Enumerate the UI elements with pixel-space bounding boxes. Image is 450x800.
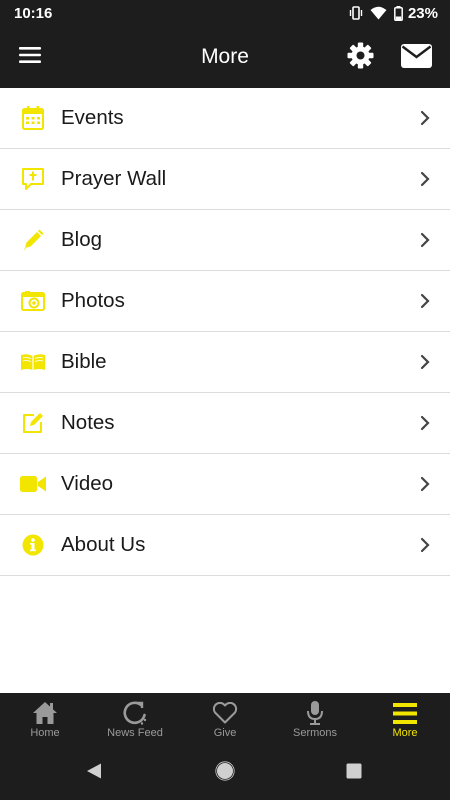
battery-icon xyxy=(394,5,403,21)
chevron-right-icon xyxy=(418,170,432,188)
book-icon xyxy=(20,349,46,375)
camera-icon xyxy=(20,288,46,314)
page-title: More xyxy=(201,45,249,68)
tab-label: Sermons xyxy=(292,727,338,739)
back-button[interactable] xyxy=(84,763,104,783)
chevron-right-icon xyxy=(418,231,432,249)
microphone-icon xyxy=(270,699,360,727)
menu-item-label: Bible xyxy=(61,350,107,373)
chevron-right-icon xyxy=(418,536,432,554)
menu-item-blog[interactable]: Blog xyxy=(0,210,450,271)
menu-item-video[interactable]: Video xyxy=(0,454,450,515)
menu-item-about-us[interactable]: About Us xyxy=(0,515,450,576)
chevron-right-icon xyxy=(418,292,432,310)
tab-label: Home xyxy=(30,727,60,739)
more-icon xyxy=(360,699,450,727)
tab-news-feed[interactable]: News Feed xyxy=(90,693,180,746)
more-menu-list: Events Prayer Wall Blog Photos Bible Not… xyxy=(0,88,450,576)
tab-label: More xyxy=(392,727,418,739)
system-nav-bar xyxy=(0,746,450,800)
tab-sermons[interactable]: Sermons xyxy=(270,693,360,746)
prayer-speech-icon xyxy=(20,166,46,192)
pencil-icon xyxy=(20,227,46,253)
home-icon xyxy=(0,699,90,727)
app-bar: More xyxy=(0,26,450,88)
info-icon xyxy=(20,532,46,558)
vibrate-icon xyxy=(349,6,363,20)
heart-icon xyxy=(180,699,270,727)
menu-item-label: Blog xyxy=(61,228,103,251)
chevron-right-icon xyxy=(418,109,432,127)
edit-note-icon xyxy=(20,410,46,436)
menu-item-label: Events xyxy=(61,106,124,129)
mail-icon xyxy=(400,43,432,73)
menu-item-notes[interactable]: Notes xyxy=(0,393,450,454)
mail-button[interactable] xyxy=(398,42,434,74)
system-home-button[interactable] xyxy=(215,760,235,786)
status-icons: 23% xyxy=(349,4,438,22)
menu-item-events[interactable]: Events xyxy=(0,88,450,149)
recents-icon xyxy=(346,763,362,784)
tab-give[interactable]: Give xyxy=(180,693,270,746)
recents-button[interactable] xyxy=(344,763,364,783)
chevron-right-icon xyxy=(418,475,432,493)
home-circle-icon xyxy=(215,760,235,786)
status-time: 10:16 xyxy=(14,5,53,22)
menu-item-prayer-wall[interactable]: Prayer Wall xyxy=(0,149,450,210)
bottom-nav: Home News Feed Give Sermons More xyxy=(0,693,450,746)
wifi-icon xyxy=(370,6,387,20)
menu-item-photos[interactable]: Photos xyxy=(0,271,450,332)
gear-icon xyxy=(347,42,374,74)
calendar-icon xyxy=(20,105,46,131)
tab-label: News Feed xyxy=(107,727,163,739)
tab-more[interactable]: More xyxy=(360,693,450,746)
tab-home[interactable]: Home xyxy=(0,693,90,746)
menu-item-label: Prayer Wall xyxy=(61,167,167,190)
chevron-right-icon xyxy=(418,353,432,371)
battery-percent: 23% xyxy=(407,4,438,22)
menu-item-bible[interactable]: Bible xyxy=(0,332,450,393)
menu-item-label: About Us xyxy=(61,533,146,556)
news-feed-icon xyxy=(90,699,180,727)
back-icon xyxy=(85,762,103,785)
menu-item-label: Notes xyxy=(61,411,115,434)
tab-label: Give xyxy=(213,727,237,739)
settings-button[interactable] xyxy=(343,41,377,75)
menu-item-label: Photos xyxy=(61,289,125,312)
status-bar: 10:16 23% xyxy=(0,0,450,26)
chevron-right-icon xyxy=(418,414,432,432)
menu-item-label: Video xyxy=(61,472,114,495)
video-camera-icon xyxy=(20,471,46,497)
